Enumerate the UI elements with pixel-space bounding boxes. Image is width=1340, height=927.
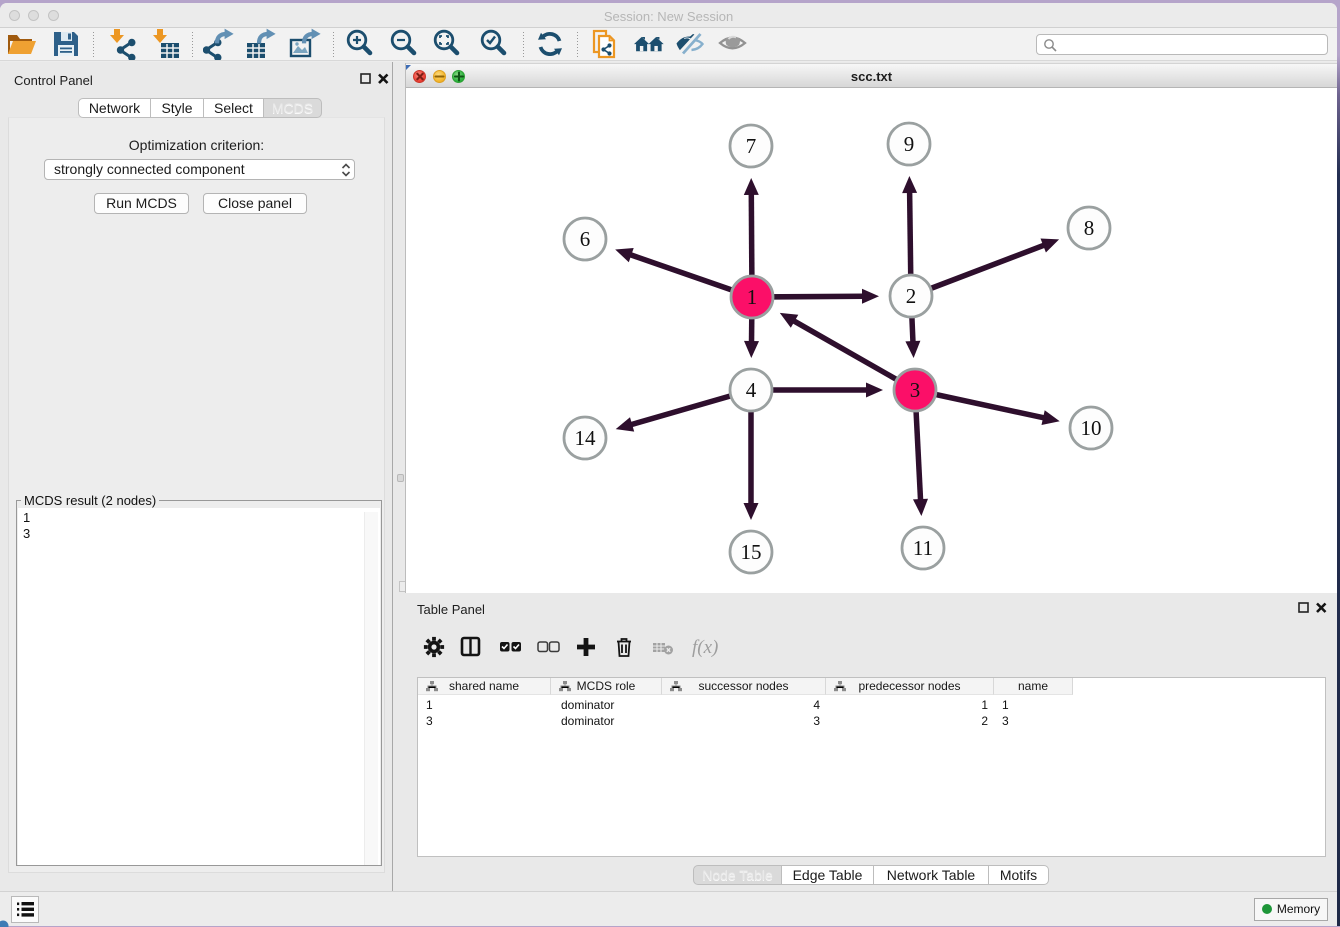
svg-text:6: 6: [580, 227, 591, 251]
svg-text:9: 9: [904, 132, 915, 156]
svg-text:f(x): f(x): [692, 637, 718, 658]
svg-text:14: 14: [575, 426, 597, 450]
svg-text:15: 15: [741, 540, 762, 564]
svg-text:8: 8: [1084, 216, 1095, 240]
svg-text:7: 7: [746, 134, 757, 158]
svg-text:2: 2: [906, 284, 917, 308]
svg-text:1: 1: [747, 285, 758, 309]
svg-text:10: 10: [1081, 416, 1102, 440]
svg-text:4: 4: [746, 378, 757, 402]
svg-text:11: 11: [913, 536, 933, 560]
svg-text:3: 3: [910, 378, 921, 402]
